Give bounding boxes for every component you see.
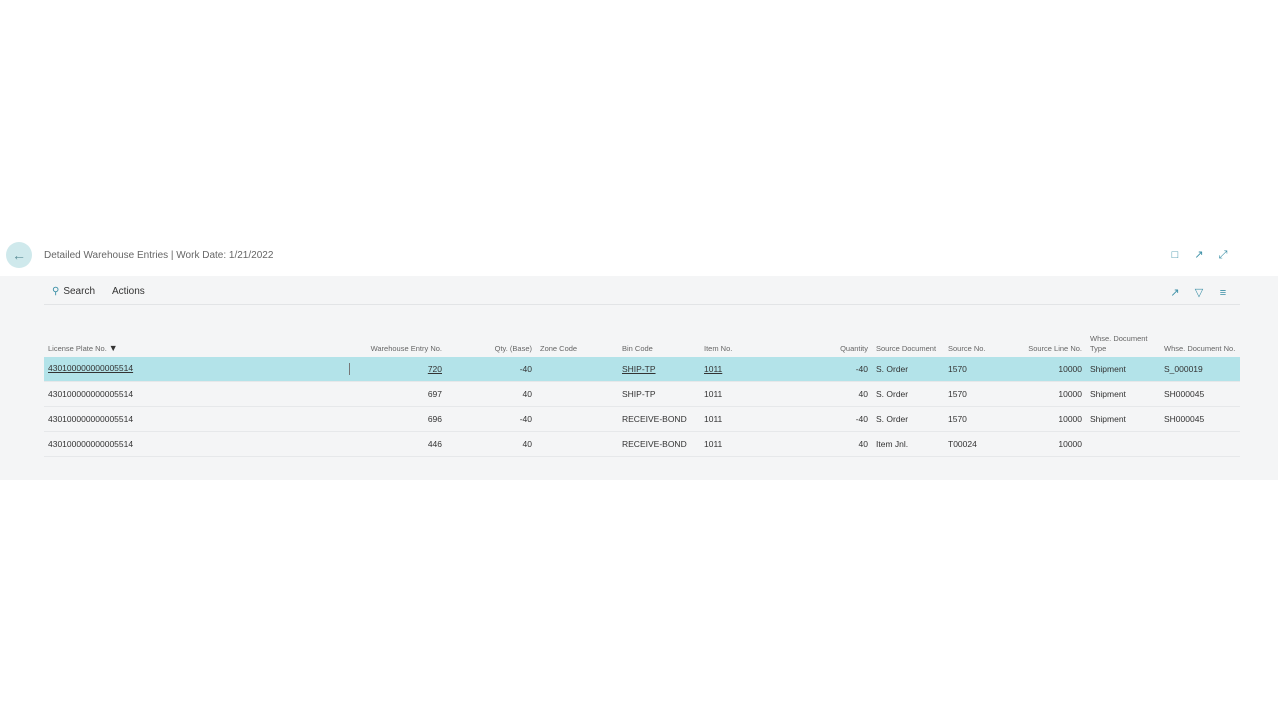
header-actions: □ ↗ ⤢: [1168, 248, 1230, 262]
open-new-window-icon[interactable]: ↗: [1192, 248, 1206, 262]
zone-code-cell: [536, 406, 618, 432]
source-document-cell: S. Order: [872, 406, 944, 432]
actions-label: Actions: [112, 286, 145, 297]
bin-code-cell[interactable]: RECEIVE-BOND: [618, 431, 700, 457]
qty-base-cell: -40: [446, 357, 536, 382]
table-header-row: License Plate No. ▼ Warehouse Entry No. Q…: [44, 324, 1240, 357]
whse-doc-type-cell: [1086, 431, 1160, 457]
table-row[interactable]: 430100000000005514 696 -40 RECEIVE-BOND …: [44, 406, 1240, 432]
bin-code-cell[interactable]: SHIP-TP: [618, 381, 700, 407]
collapse-icon[interactable]: ⤢: [1216, 248, 1230, 262]
source-line-no-cell: 10000: [1016, 431, 1086, 457]
source-document-cell: Item Jnl.: [872, 431, 944, 457]
entry-no-cell[interactable]: 697: [354, 381, 446, 407]
whse-doc-no-cell: SH000045: [1160, 381, 1240, 407]
quantity-cell: -40: [800, 406, 872, 432]
share-icon[interactable]: ↗: [1168, 286, 1182, 300]
sort-descending-icon[interactable]: ▼: [109, 343, 118, 353]
qty-base-cell: -40: [446, 406, 536, 432]
item-no-cell[interactable]: 1011: [700, 381, 800, 407]
list-view-icon[interactable]: ≡: [1216, 286, 1230, 300]
table-row[interactable]: 430100000000005514 446 40 RECEIVE-BOND 1…: [44, 431, 1240, 457]
entry-no-cell[interactable]: 446: [354, 431, 446, 457]
source-no-cell: T00024: [944, 431, 1016, 457]
column-header[interactable]: Source Line No.: [1016, 324, 1086, 357]
page-header: ← Detailed Warehouse Entries | Work Date…: [0, 240, 1280, 276]
search-button[interactable]: ⚲ Search: [52, 286, 95, 297]
search-icon: ⚲: [52, 286, 60, 297]
entry-no-cell[interactable]: 720: [354, 357, 446, 382]
bin-code-cell[interactable]: RECEIVE-BOND: [618, 406, 700, 432]
bin-code-cell[interactable]: SHIP-TP: [618, 357, 700, 382]
zone-code-cell: [536, 381, 618, 407]
item-no-cell[interactable]: 1011: [700, 357, 800, 382]
license-plate-cell[interactable]: 430100000000005514: [44, 431, 354, 457]
bookmark-icon[interactable]: □: [1168, 248, 1182, 262]
column-header[interactable]: Whse. Document No.: [1160, 324, 1240, 357]
whse-doc-type-cell: Shipment: [1086, 406, 1160, 432]
table-row[interactable]: 430100000000005514 720 -40 SHIP-TP 1011 …: [44, 357, 1240, 382]
qty-base-cell: 40: [446, 381, 536, 407]
column-header[interactable]: Bin Code: [618, 324, 700, 357]
column-header[interactable]: Source No.: [944, 324, 1016, 357]
whse-doc-type-cell: Shipment: [1086, 381, 1160, 407]
list-panel: ⚲ Search Actions ↗ ▽ ≡ License Plate No.…: [0, 276, 1278, 480]
license-plate-cell[interactable]: 430100000000005514: [44, 406, 354, 432]
toolbar-right: ↗ ▽ ≡: [1168, 286, 1230, 300]
arrow-left-icon: ←: [12, 247, 26, 263]
source-line-no-cell: 10000: [1016, 381, 1086, 407]
source-line-no-cell: 10000: [1016, 357, 1086, 382]
row-handle[interactable]: [349, 363, 350, 375]
quantity-cell: -40: [800, 357, 872, 382]
entry-no-cell[interactable]: 696: [354, 406, 446, 432]
table-row[interactable]: 430100000000005514 697 40 SHIP-TP 1011 4…: [44, 381, 1240, 407]
column-header[interactable]: Quantity: [800, 324, 872, 357]
column-header[interactable]: Zone Code: [536, 324, 618, 357]
column-header[interactable]: Whse. Document Type: [1086, 324, 1160, 357]
actions-menu[interactable]: Actions: [112, 286, 145, 297]
search-label: Search: [63, 286, 96, 297]
filter-icon[interactable]: ▽: [1192, 286, 1206, 300]
source-document-cell: S. Order: [872, 381, 944, 407]
zone-code-cell: [536, 357, 618, 382]
column-header[interactable]: License Plate No. ▼: [44, 324, 354, 357]
column-header[interactable]: Qty. (Base): [446, 324, 536, 357]
back-button[interactable]: ←: [6, 242, 32, 268]
source-no-cell: 1570: [944, 381, 1016, 407]
column-header[interactable]: Item No.: [700, 324, 800, 357]
quantity-cell: 40: [800, 381, 872, 407]
whse-doc-no-cell: [1160, 431, 1240, 457]
toolbar: ⚲ Search Actions ↗ ▽ ≡: [44, 282, 1240, 305]
item-no-cell[interactable]: 1011: [700, 406, 800, 432]
quantity-cell: 40: [800, 431, 872, 457]
source-no-cell: 1570: [944, 357, 1016, 382]
zone-code-cell: [536, 431, 618, 457]
license-plate-cell[interactable]: 430100000000005514: [44, 357, 354, 382]
source-document-cell: S. Order: [872, 357, 944, 382]
whse-doc-no-cell: SH000045: [1160, 406, 1240, 432]
entries-table: License Plate No. ▼ Warehouse Entry No. Q…: [44, 324, 1240, 457]
qty-base-cell: 40: [446, 431, 536, 457]
license-plate-cell[interactable]: 430100000000005514: [44, 381, 354, 407]
whse-doc-no-cell: S_000019: [1160, 357, 1240, 382]
column-header[interactable]: Source Document: [872, 324, 944, 357]
source-line-no-cell: 10000: [1016, 406, 1086, 432]
source-no-cell: 1570: [944, 406, 1016, 432]
whse-doc-type-cell: Shipment: [1086, 357, 1160, 382]
page-title: Detailed Warehouse Entries | Work Date: …: [44, 250, 274, 261]
item-no-cell[interactable]: 1011: [700, 431, 800, 457]
column-header[interactable]: Warehouse Entry No.: [354, 324, 446, 357]
